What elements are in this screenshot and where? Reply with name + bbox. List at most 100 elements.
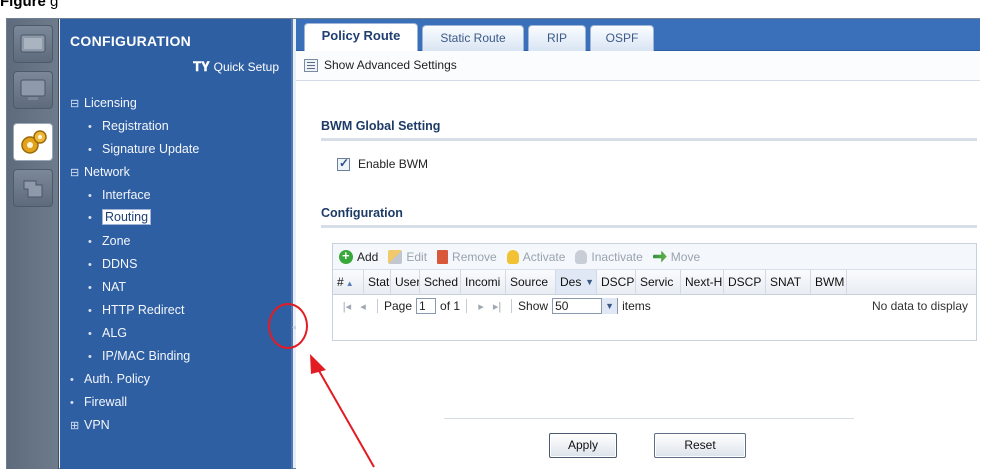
tab-rip[interactable]: RIP [528, 25, 586, 51]
nav-item-network[interactable]: ⊟ Network [70, 164, 130, 182]
tab-static-route[interactable]: Static Route [422, 25, 524, 51]
icon-strip [7, 19, 59, 469]
bullet-icon: • [88, 144, 92, 156]
move-button[interactable]: Move [652, 250, 700, 264]
tab-bar: Policy Route Static Route RIP OSPF [296, 19, 980, 52]
quick-setup-label: Quick Setup [213, 60, 279, 74]
lightbulb-off-icon [575, 249, 588, 264]
bwm-section-title: BWM Global Setting [321, 119, 441, 133]
bullet-icon: • [70, 374, 74, 386]
section-divider [321, 138, 977, 141]
first-page-icon[interactable]: |◂ [339, 300, 355, 313]
advanced-settings-link[interactable]: Show Advanced Settings [324, 58, 457, 72]
maintenance-icon[interactable] [13, 169, 53, 207]
lightbulb-on-icon [506, 249, 519, 264]
footer-divider [444, 418, 854, 419]
expand-icon: ⊞ [70, 420, 80, 432]
policy-route-table: Add Edit Remove Activate Inactivate Move… [332, 243, 977, 341]
nav-item-zone[interactable]: • Zone [88, 233, 131, 251]
column-number[interactable]: # ▲ [333, 270, 364, 294]
monitor-icon[interactable] [13, 71, 53, 109]
collapse-icon: ⊟ [70, 98, 80, 110]
dashboard-icon[interactable] [13, 25, 53, 63]
column-incoming[interactable]: Incomi [461, 270, 506, 294]
table-pager: |◂ ◂ Page 1 of 1 ▸ ▸| Show 50 ▼ items No … [333, 295, 976, 317]
nav-item-alg[interactable]: • ALG [88, 325, 127, 343]
column-user[interactable]: User [391, 270, 420, 294]
column-dscp-marking[interactable]: DSCP [724, 270, 766, 294]
no-data-message: No data to display [871, 299, 968, 313]
column-menu-icon[interactable]: ▼ [585, 270, 594, 294]
bullet-icon: • [88, 190, 92, 202]
add-icon [339, 248, 353, 264]
nav-item-http-redirect[interactable]: • HTTP Redirect [88, 302, 184, 320]
chevron-down-icon[interactable]: ▼ [601, 298, 618, 314]
enable-bwm-row[interactable]: Enable BWM [337, 156, 429, 171]
last-page-icon[interactable]: ▸| [489, 300, 505, 313]
configuration-gear-icon[interactable] [13, 123, 53, 161]
bullet-icon: • [88, 305, 92, 317]
activate-button[interactable]: Activate [506, 249, 565, 264]
edit-icon [388, 249, 403, 264]
page-size-select[interactable]: 50 ▼ [552, 298, 619, 314]
move-arrow-icon [652, 250, 667, 263]
apply-button[interactable]: Apply [549, 433, 617, 458]
section-divider [321, 225, 977, 228]
page-input[interactable]: 1 [416, 298, 437, 314]
add-button[interactable]: Add [339, 248, 378, 264]
column-source[interactable]: Source [506, 270, 556, 294]
bullet-icon: • [88, 282, 92, 294]
nav-item-routing[interactable]: • Routing [88, 209, 152, 227]
main-content: Policy Route Static Route RIP OSPF Show … [296, 19, 980, 469]
nav-item-ddns[interactable]: • DDNS [88, 256, 137, 274]
show-label: Show [518, 299, 549, 313]
nav-item-auth-policy[interactable]: • Auth. Policy [70, 371, 150, 389]
table-settings-icon [304, 59, 318, 72]
bullet-icon: • [70, 397, 74, 409]
pager-separator [511, 299, 513, 313]
inactivate-button[interactable]: Inactivate [575, 249, 643, 264]
column-destination[interactable]: Des ▼ [556, 270, 597, 294]
enable-bwm-checkbox[interactable] [337, 156, 350, 171]
column-dscp[interactable]: DSCP [597, 270, 636, 294]
quick-setup-link[interactable]: 𝐓𝐘 Quick Setup [193, 59, 279, 75]
nav-item-signature-update[interactable]: • Signature Update [88, 141, 199, 159]
edit-button[interactable]: Edit [388, 249, 427, 264]
app-window: CONFIGURATION 𝐓𝐘 Quick Setup ⊟ Licensing … [6, 18, 980, 469]
remove-button[interactable]: Remove [437, 249, 497, 264]
bullet-icon: • [88, 212, 92, 224]
enable-bwm-label: Enable BWM [358, 157, 429, 171]
navigation-panel: CONFIGURATION 𝐓𝐘 Quick Setup ⊟ Licensing … [60, 19, 293, 469]
nav-item-firewall[interactable]: • Firewall [70, 394, 127, 412]
figure-caption: Figure g [0, 0, 58, 11]
nav-item-vpn[interactable]: ⊞ VPN [70, 417, 110, 435]
nav-item-licensing[interactable]: ⊟ Licensing [70, 95, 137, 113]
tools-icon: 𝐓𝐘 [192, 59, 210, 74]
nav-item-registration[interactable]: • Registration [88, 118, 169, 136]
caption-text: g [50, 0, 59, 10]
column-next-hop[interactable]: Next-H [681, 270, 724, 294]
column-snat[interactable]: SNAT [766, 270, 811, 294]
nav-item-ip-mac-binding[interactable]: • IP/MAC Binding [88, 348, 190, 366]
bullet-icon: • [88, 236, 92, 248]
advanced-settings-row[interactable]: Show Advanced Settings [296, 51, 980, 81]
trash-icon [437, 249, 449, 264]
column-schedule[interactable]: Sched [420, 270, 461, 294]
reset-button[interactable]: Reset [654, 433, 746, 458]
nav-item-nat[interactable]: • NAT [88, 279, 126, 297]
previous-page-icon[interactable]: ◂ [355, 300, 371, 313]
annotation-arrow-icon [310, 354, 375, 468]
next-page-icon[interactable]: ▸ [473, 300, 489, 313]
column-service[interactable]: Servic [636, 270, 681, 294]
items-label: items [622, 299, 651, 313]
sort-ascending-icon: ▲ [345, 279, 354, 288]
bullet-icon: • [88, 121, 92, 133]
tab-ospf[interactable]: OSPF [590, 25, 654, 51]
tab-policy-route[interactable]: Policy Route [304, 23, 418, 52]
column-status[interactable]: Stat [364, 270, 391, 294]
pager-separator [466, 299, 468, 313]
nav-item-interface[interactable]: • Interface [88, 187, 151, 205]
nav-title: CONFIGURATION [70, 33, 192, 49]
column-bwm[interactable]: BWM [811, 270, 847, 294]
pager-separator [377, 299, 378, 313]
